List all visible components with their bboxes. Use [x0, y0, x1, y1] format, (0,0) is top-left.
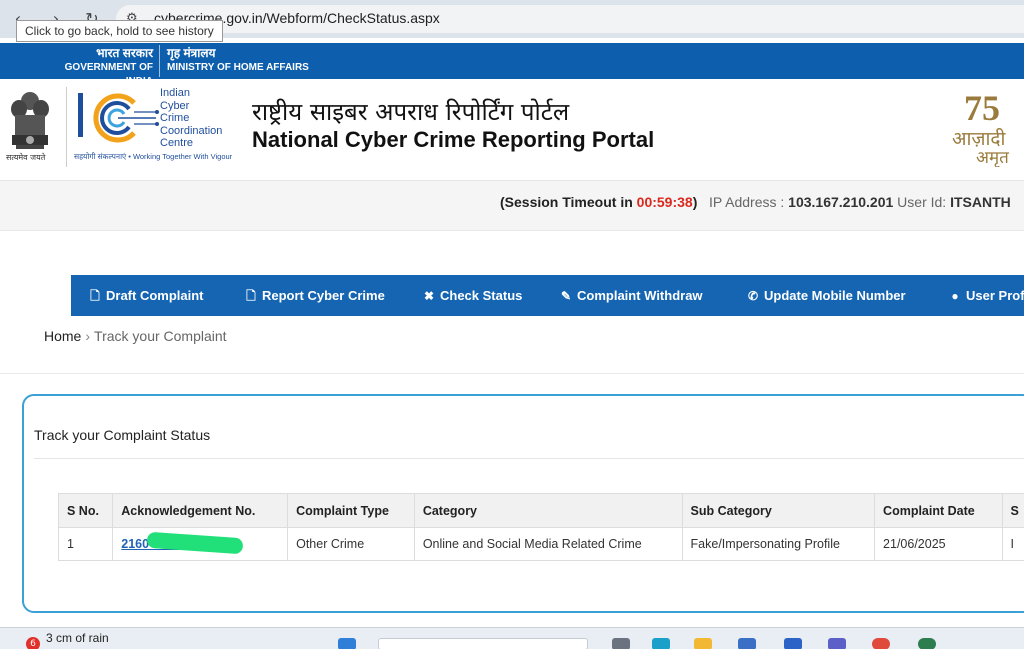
header-divider [66, 87, 67, 167]
column-header: Complaint Date [874, 493, 1003, 528]
table-cell-ack-no: 2160 [112, 527, 289, 561]
session-info-bar: (Session Timeout in 00:59:38) IP Address… [0, 181, 1024, 231]
teams-icon[interactable] [828, 638, 846, 649]
table-cell-sno: 1 [57, 527, 114, 561]
ministry-label: गृह मंत्रालय MINISTRY OF HOME AFFAIRS [167, 46, 309, 73]
menu-item-user-profile[interactable]: ● User Prof [948, 275, 1024, 316]
column-header: S [1001, 493, 1024, 528]
table-cell-sub-category: Fake/Impersonating Profile [681, 527, 876, 561]
ip-address-value: 103.167.210.201 [788, 194, 894, 210]
document-icon: 🗋 [246, 289, 256, 303]
table-cell-truncated: I [1001, 527, 1024, 561]
column-header: Acknowledgement No. [112, 493, 289, 528]
menu-item-report-cyber-crime[interactable]: 🗋 Report Cyber Crime [244, 275, 385, 316]
user-id-label: User Id: [897, 194, 947, 210]
menu-item-check-status[interactable]: ✖ Check Status [422, 275, 522, 316]
breadcrumb-area: Home › Track your Complaint [0, 316, 1024, 374]
table-cell-complaint-date: 21/06/2025 [874, 527, 1003, 561]
gov-strip-divider [159, 45, 160, 77]
breadcrumb-separator: › [85, 328, 91, 344]
emblem-caption: सत्यमेव जयते [6, 153, 46, 162]
edit-icon: ✎ [560, 289, 572, 303]
phone-icon: ✆ [747, 289, 759, 303]
column-header: Category [413, 493, 683, 528]
acknowledgement-number-link[interactable]: 2160 [121, 531, 244, 555]
portal-header: सत्यमेव जयते Indian Cyber Crime Coordina… [0, 79, 1024, 181]
close-icon: ✖ [423, 289, 435, 303]
outlook-icon[interactable] [784, 638, 802, 649]
menu-item-draft-complaint[interactable]: 🗋 Draft Complaint [88, 275, 203, 316]
start-menu-icon[interactable] [338, 638, 356, 649]
address-bar[interactable]: ⚙ cybercrime.gov.in/Webform/CheckStatus.… [116, 5, 1024, 33]
user-id-value: ITSANTH [950, 194, 1011, 210]
notification-badge: 6 [26, 637, 40, 649]
task-view-icon[interactable] [612, 638, 630, 649]
complaint-status-panel: Track your Complaint Status S No. Acknow… [22, 394, 1024, 613]
i4c-logo-icon [78, 93, 159, 143]
complaint-status-table: S No. Acknowledgement No. Complaint Type… [57, 493, 1024, 561]
weather-widget[interactable]: 3 cm of rain [46, 631, 109, 645]
page: ‹ › ↻ ⚙ cybercrime.gov.in/Webform/CheckS… [0, 0, 1024, 649]
back-button-tooltip: Click to go back, hold to see history [16, 20, 223, 42]
edge-browser-icon[interactable] [652, 638, 670, 649]
panel-title: Track your Complaint Status [34, 427, 211, 443]
panel-divider [34, 458, 1024, 459]
profile-avatar-icon[interactable] [918, 638, 936, 649]
session-info: (Session Timeout in 00:59:38) IP Address… [500, 194, 1011, 210]
ip-address-label: IP Address : [709, 194, 785, 210]
chrome-icon[interactable] [872, 638, 890, 649]
i4c-name: Indian Cyber Crime Coordination Centre [160, 87, 223, 149]
breadcrumb-current: Track your Complaint [94, 328, 227, 344]
menu-item-complaint-withdraw[interactable]: ✎ Complaint Withdraw [559, 275, 703, 316]
column-header: Sub Category [681, 493, 876, 528]
session-timeout-close: ) [692, 194, 698, 210]
table-header-row: S No. Acknowledgement No. Complaint Type… [57, 493, 1024, 528]
taskbar-search-box[interactable] [378, 638, 588, 649]
user-icon: ● [951, 289, 959, 303]
table-cell-complaint-type: Other Crime [287, 527, 415, 561]
azadi-ka-amrit-mahotsav-logo: 75 आज़ादी अमृत [950, 87, 1024, 167]
portal-title-english: National Cyber Crime Reporting Portal [252, 127, 655, 152]
file-explorer-icon[interactable] [694, 638, 712, 649]
azadi-text-2: अमृत [976, 148, 1009, 167]
main-navigation: 🗋 Draft Complaint 🗋 Report Cyber Crime ✖ Ch… [71, 275, 1024, 316]
column-header: Complaint Type [287, 493, 415, 528]
session-timeout-label: (Session Timeout in [500, 194, 633, 210]
table-cell-category: Online and Social Media Related Crime [413, 527, 683, 561]
document-icon: 🗋 [90, 289, 100, 303]
i4c-tagline: सहयोगी संकल्पनाएं • Working Together Wit… [74, 152, 233, 161]
windows-taskbar: 6 3 cm of rain [0, 627, 1024, 649]
government-strip: भारत सरकार GOVERNMENT OF INDIA गृह मंत्र… [0, 43, 1024, 87]
store-icon[interactable] [738, 638, 756, 649]
breadcrumb: Home › Track your Complaint [44, 328, 227, 344]
breadcrumb-home-link[interactable]: Home [44, 328, 81, 344]
azadi-number: 75 [964, 88, 1000, 128]
session-timeout-value: 00:59:38 [636, 194, 693, 210]
portal-title-hindi: राष्ट्रीय साइबर अपराध रिपोर्टिंग पोर्टल [252, 98, 570, 126]
column-header: S No. [57, 493, 114, 528]
redaction-mark [146, 531, 244, 555]
table-row: 1 2160 Other Crime Online and Social Med… [57, 527, 1024, 561]
menu-item-update-mobile-number[interactable]: ✆ Update Mobile Number [746, 275, 906, 316]
browser-toolbar: ‹ › ↻ ⚙ cybercrime.gov.in/Webform/CheckS… [0, 0, 1024, 42]
